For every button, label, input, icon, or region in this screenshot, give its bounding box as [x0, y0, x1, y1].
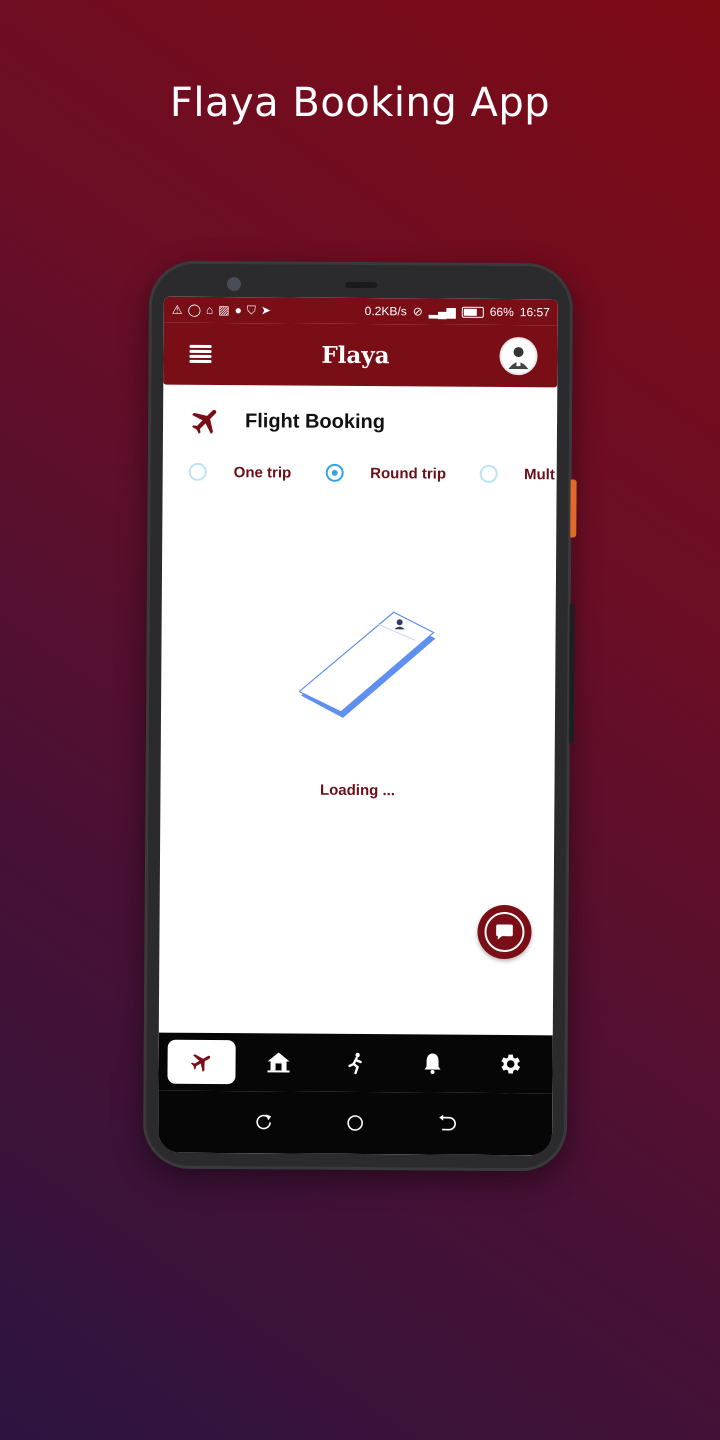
recents-icon[interactable]: [254, 1112, 274, 1132]
loading-phone-illustration: [298, 611, 436, 718]
radio-one-trip[interactable]: [188, 462, 207, 481]
plane-icon: [190, 1054, 210, 1072]
avatar[interactable]: [499, 336, 538, 376]
plane-icon: [191, 409, 217, 434]
running-icon: [348, 1052, 362, 1075]
signal-icon: ▂▄▆: [428, 304, 456, 319]
earpiece-speaker: [344, 281, 378, 289]
circle-icon: ●: [234, 302, 243, 317]
vibrate-icon: ⊘: [412, 304, 423, 319]
avatar-person-icon: [508, 347, 529, 370]
side-button-volume: [568, 603, 575, 744]
nav-hotels[interactable]: [244, 1040, 312, 1084]
section-header: Flight Booking: [163, 385, 557, 446]
front-camera: [226, 277, 242, 292]
phone-frame: ⚠ ◯ ⌂ ▨ ● ⛉ ➤ 0.2KB/s ⊘ ▂▄▆ 66% 16:57 Fl…: [142, 260, 577, 1172]
status-right: 0.2KB/s ⊘ ▂▄▆ 66% 16:57: [365, 304, 550, 319]
clock: 16:57: [519, 305, 550, 320]
trip-label: One trip: [233, 463, 292, 482]
trip-label: Mult: [523, 465, 555, 483]
radio-round-trip[interactable]: [325, 463, 344, 482]
app-title: Flaya: [321, 341, 390, 369]
bell-icon: [424, 1053, 441, 1075]
app-bar: Flaya: [163, 322, 558, 388]
trip-option-round-trip[interactable]: Round trip: [325, 463, 447, 483]
image-icon: ▨: [218, 302, 231, 317]
section-title: Flight Booking: [244, 409, 386, 433]
nav-activities[interactable]: [321, 1041, 389, 1085]
network-speed: 0.2KB/s: [364, 304, 407, 319]
trip-label: Round trip: [370, 464, 447, 483]
shirt-icon: ⌂: [205, 302, 215, 317]
menu-icon[interactable]: [189, 344, 212, 363]
chat-button-ring: [484, 911, 525, 953]
home-button-icon[interactable]: [345, 1113, 365, 1133]
home-icon: [267, 1052, 290, 1073]
trip-type-selector: One trip Round trip Mult: [188, 462, 558, 484]
nav-flights[interactable]: [167, 1039, 236, 1085]
radio-multi[interactable]: [479, 464, 499, 483]
battery-icon: [461, 306, 484, 318]
warning-icon: ⚠: [171, 302, 184, 317]
loading-text: Loading ...: [319, 781, 396, 800]
whatsapp-icon: ◯: [187, 302, 203, 317]
trip-option-multi[interactable]: Mult: [479, 464, 555, 484]
shield-icon: ⛉: [246, 302, 257, 317]
side-button-orange: [570, 479, 577, 538]
chat-button[interactable]: [477, 904, 532, 960]
bottom-navigation: [158, 1032, 553, 1094]
nav-settings[interactable]: [476, 1042, 544, 1086]
nav-notifications[interactable]: [399, 1041, 467, 1085]
telegram-icon: ➤: [260, 302, 273, 317]
gear-icon: [501, 1054, 521, 1074]
chat-icon: [496, 924, 513, 940]
notification-icons: ⚠ ◯ ⌂ ▨ ● ⛉ ➤: [172, 302, 272, 318]
system-navigation-bar: [157, 1090, 553, 1156]
phone-screen: ⚠ ◯ ⌂ ▨ ● ⛉ ➤ 0.2KB/s ⊘ ▂▄▆ 66% 16:57 Fl…: [157, 296, 558, 1156]
battery-percent: 66%: [489, 304, 514, 320]
trip-option-one-trip[interactable]: One trip: [188, 462, 292, 482]
promo-title: Flaya Booking App: [169, 80, 551, 126]
back-icon[interactable]: [436, 1114, 457, 1134]
status-bar: ⚠ ◯ ⌂ ▨ ● ⛉ ➤ 0.2KB/s ⊘ ▂▄▆ 66% 16:57: [163, 296, 558, 326]
